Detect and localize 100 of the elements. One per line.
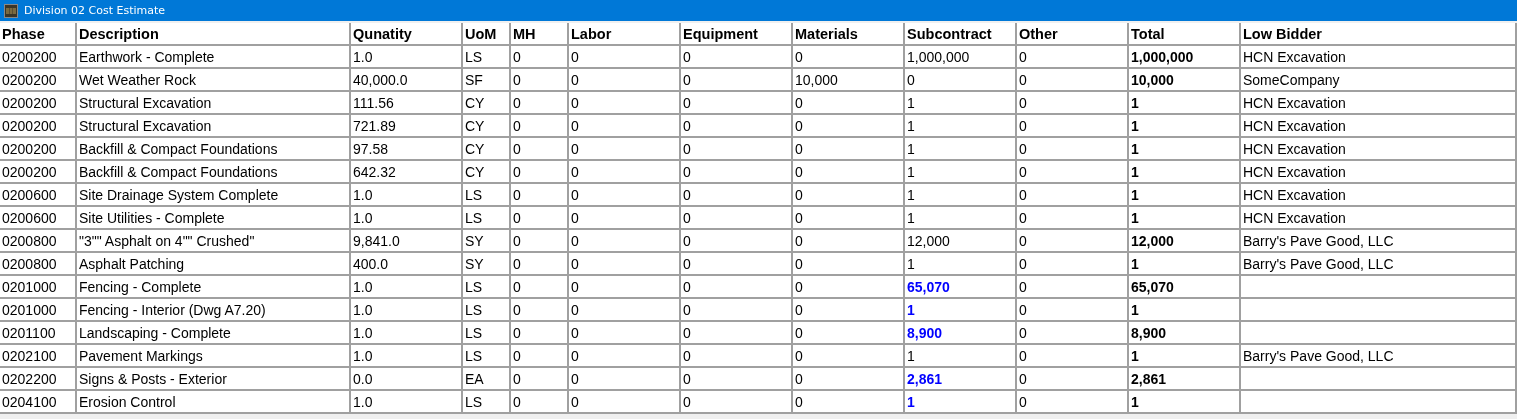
table-cell: 0200200 (0, 92, 77, 115)
table-cell: 0 (1017, 92, 1129, 115)
table-cell: 1 (1129, 115, 1241, 138)
table-cell: Asphalt Patching (77, 253, 351, 276)
table-cell: 12,000 (905, 230, 1017, 253)
table-cell: 1 (905, 138, 1017, 161)
table-cell: 0 (569, 391, 681, 414)
table-cell: 0 (681, 299, 793, 322)
table-cell: 1 (1129, 207, 1241, 230)
table-cell: 1.0 (351, 391, 463, 414)
table-cell: 0 (1017, 115, 1129, 138)
table-cell: CY (463, 92, 511, 115)
table-cell: 0 (1017, 207, 1129, 230)
table-cell: 1 (1129, 345, 1241, 368)
table-cell: Earthwork - Complete (77, 46, 351, 69)
table-cell: 0 (793, 161, 905, 184)
table-cell: 1 (905, 345, 1017, 368)
table-cell: 0 (1017, 184, 1129, 207)
table-cell: 1 (1129, 253, 1241, 276)
table-cell: 1,000,000 (905, 46, 1017, 69)
table-cell: 0201000 (0, 276, 77, 299)
column-header[interactable]: Description (77, 23, 351, 46)
window-title: Division 02 Cost Estimate (24, 4, 166, 17)
table-cell: 1 (1129, 92, 1241, 115)
table-cell: LS (463, 345, 511, 368)
table-cell: 1 (1129, 391, 1241, 414)
table-cell: 0 (511, 138, 569, 161)
table-cell: 1 (905, 92, 1017, 115)
column-header[interactable]: Subcontract (905, 23, 1017, 46)
table-cell: Backfill & Compact Foundations (77, 161, 351, 184)
table-cell: 0 (1017, 46, 1129, 69)
table-cell: Site Drainage System Complete (77, 184, 351, 207)
table-cell: CY (463, 115, 511, 138)
table-cell: 0200600 (0, 184, 77, 207)
table-cell: 0 (569, 368, 681, 391)
table-cell: 0 (681, 391, 793, 414)
table-cell: 0 (681, 230, 793, 253)
column-header[interactable]: Phase (0, 23, 77, 46)
table-cell: 0 (681, 345, 793, 368)
table-cell: 1.0 (351, 207, 463, 230)
table-cell: 0 (569, 253, 681, 276)
table-cell: 0 (1017, 276, 1129, 299)
table-cell: LS (463, 207, 511, 230)
table-cell: 0200800 (0, 253, 77, 276)
column-header[interactable]: Total (1129, 23, 1241, 46)
table-cell: 0 (569, 161, 681, 184)
table-cell: 2,861 (905, 368, 1017, 391)
table-cell: 0 (511, 92, 569, 115)
table-cell: 1.0 (351, 184, 463, 207)
table-cell: 0 (793, 299, 905, 322)
table-cell: 0 (681, 322, 793, 345)
table-cell: 0 (511, 69, 569, 92)
table-cell: 0 (1017, 230, 1129, 253)
column-header[interactable]: Low Bidder (1241, 23, 1517, 46)
table-cell: 0 (1017, 299, 1129, 322)
table-cell: SY (463, 230, 511, 253)
table-cell: 111.56 (351, 92, 463, 115)
table-cell: 1 (905, 391, 1017, 414)
table-cell: 0 (793, 322, 905, 345)
column-header[interactable]: Equipment (681, 23, 793, 46)
column-header[interactable]: Qunatity (351, 23, 463, 46)
column-header[interactable]: MH (511, 23, 569, 46)
table-cell: 0.0 (351, 368, 463, 391)
table-cell: 0 (569, 322, 681, 345)
table-cell: 0 (511, 345, 569, 368)
table-cell: 0 (793, 230, 905, 253)
table-cell: 1 (905, 115, 1017, 138)
table-cell: 12,000 (1129, 230, 1241, 253)
column-header[interactable]: Other (1017, 23, 1129, 46)
table-cell: 0 (511, 299, 569, 322)
table-cell: 97.58 (351, 138, 463, 161)
table-cell: HCN Excavation (1241, 46, 1517, 69)
table-cell: 0 (511, 276, 569, 299)
table-cell: 0201000 (0, 299, 77, 322)
table-cell: 9,841.0 (351, 230, 463, 253)
column-header[interactable]: Labor (569, 23, 681, 46)
table-cell: 0 (511, 322, 569, 345)
table-cell: Structural Excavation (77, 115, 351, 138)
table-cell: 1 (905, 253, 1017, 276)
table-cell: HCN Excavation (1241, 138, 1517, 161)
table-cell: 1 (1129, 138, 1241, 161)
table-cell: CY (463, 161, 511, 184)
table-cell: 1,000,000 (1129, 46, 1241, 69)
column-header[interactable]: Materials (793, 23, 905, 46)
table-cell: 1.0 (351, 276, 463, 299)
table-cell: 0 (511, 46, 569, 69)
table-cell: SF (463, 69, 511, 92)
table-cell: 0 (569, 207, 681, 230)
table-cell: 0200200 (0, 69, 77, 92)
table-cell: 1 (1129, 299, 1241, 322)
table-cell: 0201100 (0, 322, 77, 345)
table-cell: 0 (681, 46, 793, 69)
table-cell: 0 (569, 276, 681, 299)
table-cell: 0 (681, 184, 793, 207)
table-cell: 0 (793, 345, 905, 368)
column-header[interactable]: UoM (463, 23, 511, 46)
table-cell: SomeCompany (1241, 69, 1517, 92)
table-cell: 0 (1017, 322, 1129, 345)
table-cell: 0 (793, 138, 905, 161)
table-cell: 0 (569, 92, 681, 115)
